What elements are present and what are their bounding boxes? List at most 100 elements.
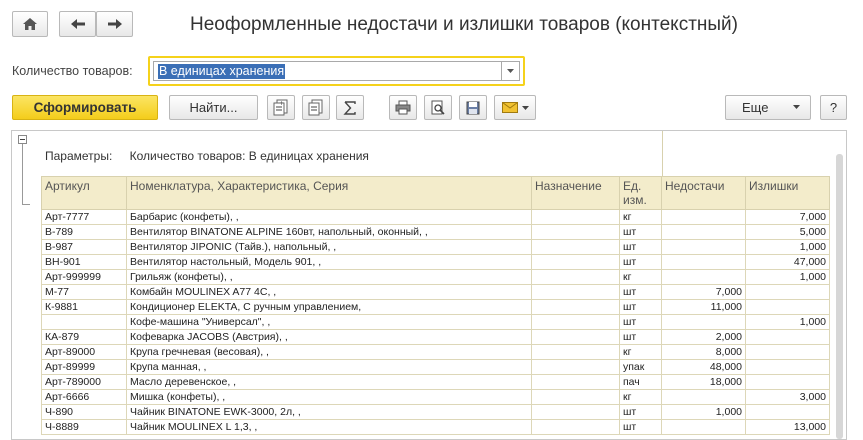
cell-nomenclature[interactable]: Вентилятор BINATONE ALPINE 160вт, наполь… — [126, 224, 532, 240]
table-row[interactable]: Арт-6666 Мишка (конфеты), , кг 3,000 — [41, 389, 830, 405]
table-row[interactable]: Кофе-машина "Универсал", , шт 1,000 — [41, 314, 830, 330]
vertical-scrollbar[interactable] — [836, 154, 843, 439]
back-button[interactable] — [59, 11, 96, 37]
cell-surplus[interactable]: 5,000 — [745, 224, 830, 240]
cell-shortage[interactable] — [661, 239, 746, 255]
cell-surplus[interactable]: 13,000 — [745, 419, 830, 435]
cell-unit[interactable]: шт — [619, 329, 662, 345]
quantity-select[interactable]: В единицах хранения — [148, 56, 525, 86]
print-button[interactable] — [389, 95, 417, 120]
cell-article[interactable]: Арт-7777 — [41, 209, 127, 225]
cell-surplus[interactable] — [745, 284, 830, 300]
cell-surplus[interactable]: 3,000 — [745, 389, 830, 405]
cell-article[interactable]: Ч-890 — [41, 404, 127, 420]
cell-surplus[interactable] — [745, 344, 830, 360]
cell-surplus[interactable] — [745, 374, 830, 390]
report-sheet[interactable]: Параметры: Количество товаров: В единица… — [11, 130, 847, 440]
table-row[interactable]: К-9881 Кондиционер ELEKTA, С ручным управ… — [41, 299, 830, 315]
cell-unit[interactable]: шт — [619, 299, 662, 315]
cell-purpose[interactable] — [531, 404, 620, 420]
cell-nomenclature[interactable]: Кофе-машина "Универсал", , — [126, 314, 532, 330]
cell-nomenclature[interactable]: Кондиционер ELEKTA, С ручным управлением… — [126, 299, 532, 315]
cell-unit[interactable]: шт — [619, 404, 662, 420]
cell-shortage[interactable]: 8,000 — [661, 344, 746, 360]
cell-surplus[interactable] — [745, 329, 830, 345]
table-row[interactable]: Ч-8889 Чайник MOULINEX L 1,3, , шт 13,000 — [41, 419, 830, 435]
cell-article[interactable]: В-987 — [41, 239, 127, 255]
table-row[interactable]: Арт-7777 Барбарис (конфеты), , кг 7,000 — [41, 209, 830, 225]
cell-unit[interactable]: упак — [619, 359, 662, 375]
save-button[interactable] — [459, 95, 487, 120]
cell-unit[interactable]: кг — [619, 269, 662, 285]
cell-nomenclature[interactable]: Чайник MOULINEX L 1,3, , — [126, 419, 532, 435]
cell-unit[interactable]: шт — [619, 419, 662, 435]
quantity-dropdown-button[interactable] — [501, 61, 520, 81]
cell-nomenclature[interactable]: Грильяж (конфеты), , — [126, 269, 532, 285]
cell-shortage[interactable]: 7,000 — [661, 284, 746, 300]
cell-shortage[interactable]: 2,000 — [661, 329, 746, 345]
cell-purpose[interactable] — [531, 209, 620, 225]
cell-unit[interactable]: кг — [619, 389, 662, 405]
cell-unit[interactable]: шт — [619, 239, 662, 255]
expand-groups-button[interactable]: + — [267, 95, 295, 120]
cell-purpose[interactable] — [531, 224, 620, 240]
cell-unit[interactable]: кг — [619, 209, 662, 225]
quantity-input[interactable]: В единицах хранения — [153, 61, 503, 81]
cell-purpose[interactable] — [531, 389, 620, 405]
cell-article[interactable]: Арт-6666 — [41, 389, 127, 405]
cell-purpose[interactable] — [531, 239, 620, 255]
table-row[interactable]: КА-879 Кофеварка JACOBS (Австрия), , шт 2,0… — [41, 329, 830, 345]
cell-shortage[interactable] — [661, 419, 746, 435]
cell-shortage[interactable] — [661, 209, 746, 225]
sum-button[interactable] — [336, 95, 364, 120]
cell-shortage[interactable] — [661, 314, 746, 330]
cell-article[interactable]: Арт-789000 — [41, 374, 127, 390]
table-row[interactable]: Арт-89999 Крупа манная, , упак 48,000 — [41, 359, 830, 375]
cell-purpose[interactable] — [531, 254, 620, 270]
cell-nomenclature[interactable]: Комбайн MOULINEX A77 4C, , — [126, 284, 532, 300]
cell-nomenclature[interactable]: Мишка (конфеты), , — [126, 389, 532, 405]
cell-surplus[interactable]: 47,000 — [745, 254, 830, 270]
cell-article[interactable]: ВН-901 — [41, 254, 127, 270]
cell-shortage[interactable]: 11,000 — [661, 299, 746, 315]
generate-button[interactable]: Сформировать — [12, 95, 158, 120]
cell-nomenclature[interactable]: Вентилятор настольный, Модель 901, , — [126, 254, 532, 270]
cell-nomenclature[interactable]: Барбарис (конфеты), , — [126, 209, 532, 225]
cell-shortage[interactable]: 48,000 — [661, 359, 746, 375]
cell-surplus[interactable]: 1,000 — [745, 239, 830, 255]
forward-button[interactable] — [96, 11, 133, 37]
table-row[interactable]: Ч-890 Чайник BINATONE EWK-3000, 2л, , шт 1,… — [41, 404, 830, 420]
cell-article[interactable]: Арт-999999 — [41, 269, 127, 285]
cell-unit[interactable]: шт — [619, 224, 662, 240]
group-collapse-toggle[interactable] — [18, 135, 27, 144]
cell-unit[interactable]: шт — [619, 314, 662, 330]
cell-purpose[interactable] — [531, 419, 620, 435]
cell-nomenclature[interactable]: Чайник BINATONE EWK-3000, 2л, , — [126, 404, 532, 420]
cell-purpose[interactable] — [531, 344, 620, 360]
cell-article[interactable]: Арт-89999 — [41, 359, 127, 375]
cell-purpose[interactable] — [531, 329, 620, 345]
cell-shortage[interactable]: 1,000 — [661, 404, 746, 420]
cell-article[interactable]: В-789 — [41, 224, 127, 240]
cell-article[interactable] — [41, 314, 127, 330]
cell-shortage[interactable]: 18,000 — [661, 374, 746, 390]
table-row[interactable]: В-789 Вентилятор BINATONE ALPINE 160вт, н… — [41, 224, 830, 240]
table-row[interactable]: Арт-789000 Масло деревенское, , пач 18,000 — [41, 374, 830, 390]
cell-shortage[interactable] — [661, 224, 746, 240]
cell-unit[interactable]: шт — [619, 254, 662, 270]
cell-shortage[interactable] — [661, 254, 746, 270]
cell-purpose[interactable] — [531, 314, 620, 330]
table-row[interactable]: М-77 Комбайн MOULINEX A77 4C, , шт 7,000 — [41, 284, 830, 300]
cell-article[interactable]: М-77 — [41, 284, 127, 300]
cell-nomenclature[interactable]: Кофеварка JACOBS (Австрия), , — [126, 329, 532, 345]
cell-unit[interactable]: пач — [619, 374, 662, 390]
cell-nomenclature[interactable]: Вентилятор JIPONIC (Тайв.), напольный, , — [126, 239, 532, 255]
cell-purpose[interactable] — [531, 284, 620, 300]
help-button[interactable]: ? — [820, 95, 847, 120]
cell-surplus[interactable]: 1,000 — [745, 314, 830, 330]
cell-nomenclature[interactable]: Крупа гречневая (весовая), , — [126, 344, 532, 360]
table-row[interactable]: Арт-89000 Крупа гречневая (весовая), , кг 8… — [41, 344, 830, 360]
cell-surplus[interactable] — [745, 404, 830, 420]
send-mail-button[interactable] — [494, 95, 536, 120]
cell-surplus[interactable]: 1,000 — [745, 269, 830, 285]
